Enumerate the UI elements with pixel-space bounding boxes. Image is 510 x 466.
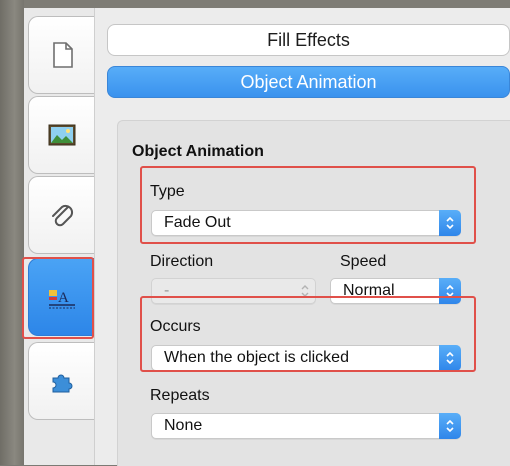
occurs-label: Occurs (150, 318, 201, 335)
paperclip-icon (51, 204, 73, 227)
speed-popup[interactable]: Normal (330, 278, 461, 304)
occurs-popup[interactable]: When the object is clicked (151, 345, 461, 371)
object-animation-group: Object Animation Type Fade Out Direction… (117, 120, 510, 466)
direction-popup: - (151, 278, 316, 304)
type-value: Fade Out (164, 214, 231, 231)
sidebar-item-attachment[interactable] (28, 176, 94, 254)
speed-value: Normal (343, 282, 395, 299)
chevron-updown-icon (439, 278, 461, 304)
section-title: Object Animation (132, 143, 264, 160)
chevron-updown-icon (294, 278, 316, 304)
repeats-value: None (164, 417, 203, 434)
text-style-icon: A (48, 290, 75, 309)
type-popup[interactable]: Fade Out (151, 210, 461, 236)
desktop-background (0, 0, 24, 465)
tab-fill-effects[interactable]: Fill Effects (107, 24, 510, 56)
tab-object-animation[interactable]: Object Animation (107, 66, 510, 98)
puzzle-icon (52, 374, 72, 393)
direction-label: Direction (150, 253, 214, 270)
image-icon (48, 124, 75, 146)
speed-label: Speed (340, 253, 387, 270)
chevron-updown-icon (439, 345, 461, 371)
chevron-updown-icon (439, 210, 461, 236)
sidebar-item-text-style[interactable]: A (28, 258, 94, 336)
inspector-panel: Fill Effects Object Animation Object Ani… (95, 8, 510, 466)
repeats-popup[interactable]: None (151, 413, 461, 439)
sidebar-item-document[interactable] (28, 16, 94, 94)
type-label: Type (150, 183, 185, 200)
chevron-updown-icon (439, 413, 461, 439)
sidebar-item-image[interactable] (28, 96, 94, 174)
document-icon (52, 42, 73, 68)
window-top-edge (24, 0, 510, 8)
direction-value: - (164, 282, 170, 299)
repeats-label: Repeats (150, 387, 210, 404)
text-style-glyph: A (58, 290, 69, 306)
occurs-value: When the object is clicked (164, 349, 349, 366)
inspector-sidebar: A (24, 8, 95, 465)
sidebar-item-plugin[interactable] (28, 342, 94, 420)
